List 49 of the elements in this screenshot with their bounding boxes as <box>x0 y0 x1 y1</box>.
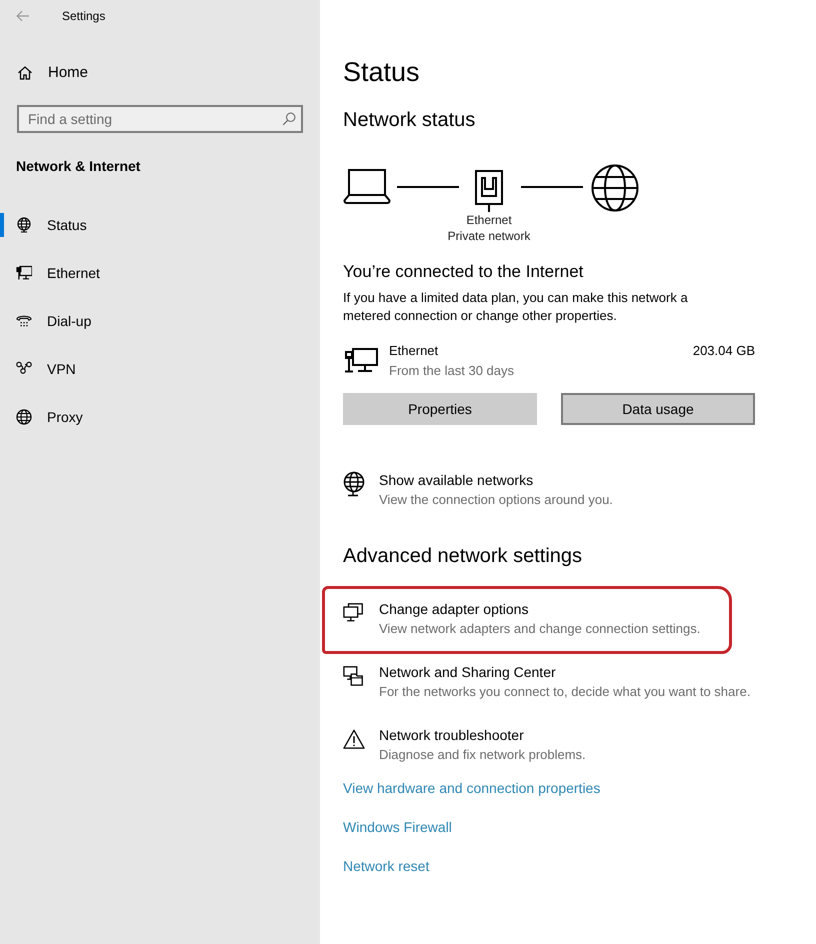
link[interactable]: View hardware and connection properties <box>343 778 600 798</box>
adapter-name: Ethernet <box>389 342 440 360</box>
description-text: If you have a limited data plan, you can make this network a metered connection or change other properties. <box>343 289 689 325</box>
section-title: Network & Internet <box>15 157 142 176</box>
setting-link[interactable]: Change adapter options <box>379 600 700 619</box>
nav-item[interactable]: Dial-up <box>0 297 320 345</box>
monitor-folder-icon <box>343 665 365 687</box>
warning-icon <box>343 728 365 750</box>
usage-period: From the last 30 days <box>389 362 515 380</box>
connector-line <box>521 186 583 188</box>
search-icon <box>282 112 296 126</box>
globe-icon <box>343 471 365 497</box>
setting-description: For the networks you connect to, decide what you want to share. <box>379 683 750 701</box>
section-heading: Network status <box>343 108 476 133</box>
setting-description: Diagnose and fix network problems. <box>379 746 586 764</box>
nav-item[interactable]: Ethernet <box>0 249 320 297</box>
section-heading: Advanced network settings <box>343 544 584 569</box>
link[interactable]: Network reset <box>343 856 430 876</box>
setting-description: View network adapters and change connection settings. <box>379 620 700 638</box>
data-usage-button[interactable]: Data usage <box>561 393 755 425</box>
monitor-icon <box>344 347 378 373</box>
data-usage-amount: 203.04 GB <box>692 342 755 360</box>
home-icon <box>17 65 33 81</box>
network-port-icon <box>475 170 503 212</box>
two-monitors-icon <box>343 602 365 624</box>
setting-link[interactable]: Network and Sharing Center <box>379 663 750 682</box>
nav-item[interactable]: Status <box>0 201 320 249</box>
properties-button[interactable]: Properties <box>343 393 537 425</box>
connector-line <box>397 186 459 188</box>
connection-heading: You’re connected to the Internet <box>343 261 584 283</box>
laptop-icon <box>343 168 391 204</box>
globe-icon <box>16 409 32 425</box>
globe-icon <box>591 164 639 212</box>
page-title: Status <box>343 56 421 89</box>
adapter-label: Ethernet <box>466 212 512 228</box>
window-title: Settings <box>62 8 106 24</box>
back-arrow-icon <box>16 10 30 22</box>
network-profile-label: Private network <box>448 228 530 244</box>
link[interactable]: Windows Firewall <box>343 817 452 837</box>
monitor-icon <box>16 265 32 281</box>
setting-description: View the connection options around you. <box>379 491 613 509</box>
search-field[interactable]: Find a setting <box>17 105 303 133</box>
setting-link[interactable]: Network troubleshooter <box>379 726 586 745</box>
phone-icon <box>16 313 32 329</box>
nav-item[interactable]: VPN <box>0 345 320 393</box>
nav-item[interactable]: Proxy <box>0 393 320 441</box>
globe-icon <box>16 217 32 233</box>
setting-link[interactable]: Show available networks <box>379 471 613 490</box>
home-link[interactable]: Home <box>0 61 320 85</box>
